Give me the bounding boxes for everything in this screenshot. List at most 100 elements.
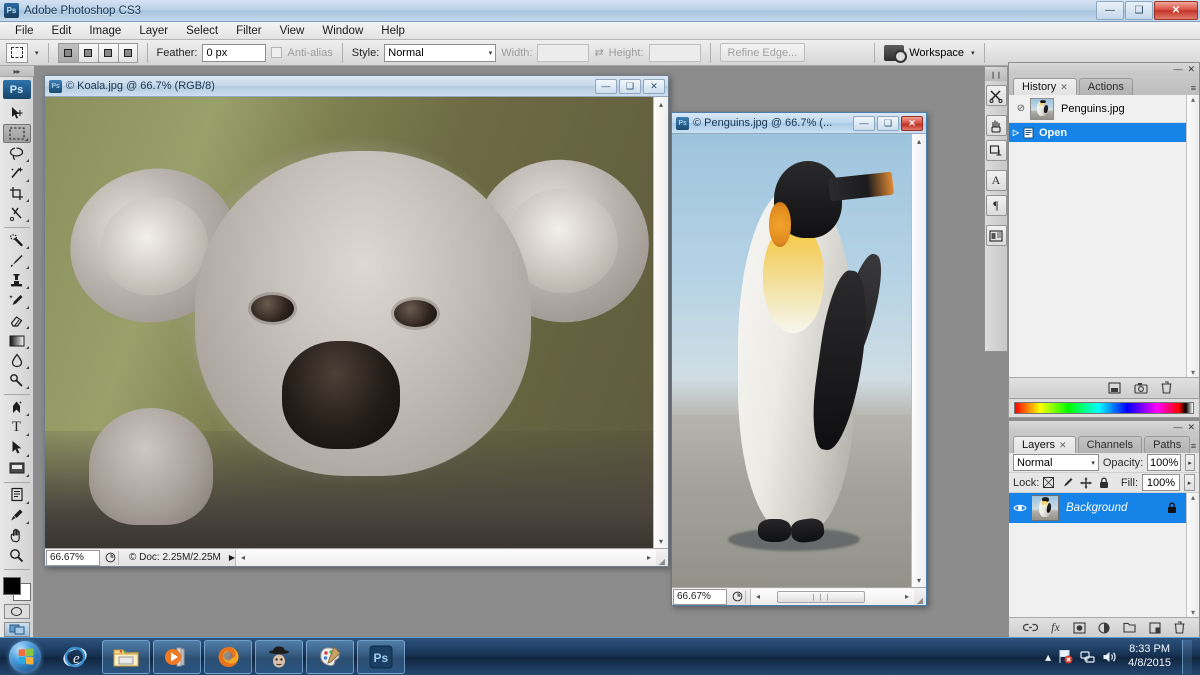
tab-channels[interactable]: Channels [1077,436,1143,453]
document-window-penguins[interactable]: Ps © Penguins.jpg @ 66.7% (... — ❑ ✕ ▴ ▾… [671,112,927,606]
network-icon[interactable] [1080,650,1095,664]
history-scrollbar[interactable]: ▴ ▾ [1186,95,1199,377]
move-tool[interactable] [3,103,31,122]
screen-mode-toggle[interactable] [3,621,30,637]
koala-vertical-scrollbar[interactable]: ▴ ▾ [653,97,668,548]
color-swatches[interactable] [2,576,31,601]
paint-icon[interactable] [306,639,354,674]
history-close-button[interactable]: ✕ [1187,64,1195,75]
layer-visibility-icon[interactable] [1009,503,1031,513]
menu-filter[interactable]: Filter [227,24,271,38]
lock-transparent-pixels-icon[interactable] [1043,477,1055,488]
scroll-up-icon[interactable]: ▴ [917,134,921,148]
hand-tool[interactable] [3,526,31,545]
history-brush-source-cell[interactable]: ⊘ [1012,103,1030,114]
subtract-from-selection-button[interactable] [97,42,118,63]
penguins-horizontal-scrollbar[interactable]: ◂ ❘❘❘ ▸ [750,588,914,605]
layers-panel-menu-icon[interactable]: ≡ [1191,441,1196,451]
penguins-canvas[interactable]: ▴ ▾ [672,134,926,587]
close-icon[interactable]: ✕ [1059,440,1067,451]
tab-history[interactable]: History ✕ [1013,78,1077,95]
menu-file[interactable]: File [6,24,43,38]
menu-image[interactable]: Image [80,24,130,38]
koala-horizontal-scrollbar[interactable]: ◂ ▸ [235,549,656,566]
width-input[interactable] [537,43,590,62]
window-close-button[interactable]: ✕ [1154,0,1198,20]
scroll-down-icon[interactable]: ▾ [1191,368,1195,377]
pen-tool[interactable] [3,398,31,417]
opacity-stepper[interactable]: ▸ [1185,454,1195,471]
new-document-from-state-icon[interactable] [1108,381,1121,394]
scroll-up-icon[interactable]: ▴ [1191,493,1195,502]
new-group-icon[interactable] [1123,622,1136,633]
penguins-restore-button[interactable]: ❑ [877,115,899,131]
koala-restore-button[interactable]: ❑ [619,78,641,94]
new-selection-button[interactable] [57,42,78,63]
foreground-color-swatch[interactable] [2,576,21,595]
slice-tool[interactable] [3,204,31,223]
toolbox-grip[interactable]: ▸▸ [0,66,34,78]
menu-window[interactable]: Window [313,24,372,38]
layer-row-background[interactable]: Background [1009,493,1199,523]
character-panel-icon[interactable]: A [985,170,1007,191]
koala-close-button[interactable]: ✕ [643,78,665,94]
koala-hscroll-track[interactable] [250,551,642,565]
dodge-tool[interactable] [3,371,31,390]
create-new-snapshot-icon[interactable] [1134,382,1148,394]
document-window-koala[interactable]: Ps © Koala.jpg @ 66.7% (RGB/8) — ❑ ✕ ▴ ▾… [44,75,669,567]
penguins-hscroll-thumb[interactable]: ❘❘❘ [777,590,865,603]
scroll-right-icon[interactable]: ▸ [900,592,914,601]
koala-canvas[interactable]: ▴ ▾ [45,97,668,548]
zoom-tool[interactable] [3,546,31,565]
penguins-minimize-button[interactable]: — [853,115,875,131]
eyedropper-tool[interactable] [3,506,31,525]
layer-style-icon[interactable]: fx [1051,620,1060,635]
menu-layer[interactable]: Layer [130,24,177,38]
menu-help[interactable]: Help [372,24,414,38]
layer-mask-icon[interactable] [1072,621,1086,634]
rectangular-marquee-tool[interactable] [2,123,31,143]
window-minimize-button[interactable]: — [1096,0,1124,20]
koala-title-bar[interactable]: Ps © Koala.jpg @ 66.7% (RGB/8) — ❑ ✕ [45,76,668,97]
history-brush-tool[interactable] [3,291,31,310]
intersect-selection-button[interactable] [117,42,138,63]
scroll-left-icon[interactable]: ◂ [236,553,250,562]
swap-dimensions-icon[interactable]: ⇄ [594,46,603,59]
tab-paths[interactable]: Paths [1144,436,1191,453]
scroll-down-icon[interactable]: ▾ [1191,608,1195,617]
tool-presets-icon[interactable] [985,85,1007,106]
color-panel-ramp[interactable] [1008,398,1200,418]
fill-stepper[interactable]: ▸ [1184,474,1195,491]
menu-view[interactable]: View [271,24,314,38]
rectangular-marquee-icon[interactable] [6,42,28,63]
history-snapshot-row[interactable]: ⊘ Penguins.jpg [1009,95,1199,123]
layers-close-button[interactable]: ✕ [1187,422,1195,433]
delete-state-icon[interactable] [1161,381,1172,394]
close-icon[interactable]: ✕ [1060,82,1068,93]
scroll-up-icon[interactable]: ▴ [659,97,663,111]
clone-stamp-tool[interactable] [3,271,31,290]
show-desktop-button[interactable] [1182,639,1192,674]
firefox-icon[interactable] [204,639,252,674]
history-panel-menu-icon[interactable]: ≡ [1191,83,1196,93]
penguins-vertical-scrollbar[interactable]: ▴ ▾ [911,134,926,587]
healing-brush-tool[interactable] [3,231,31,250]
windows-media-player-icon[interactable] [153,639,201,674]
magic-wand-tool[interactable] [3,164,31,183]
add-to-selection-button[interactable] [77,42,98,63]
scroll-left-icon[interactable]: ◂ [751,592,765,601]
eraser-tool[interactable] [3,311,31,330]
adjustment-layer-icon[interactable] [1098,621,1110,634]
menu-edit[interactable]: Edit [43,24,81,38]
tab-layers[interactable]: Layers ✕ [1013,436,1076,453]
opacity-value[interactable]: 100% [1147,454,1182,471]
layer-comps-icon[interactable] [985,225,1007,246]
brush-tool[interactable] [3,251,31,270]
link-layers-icon[interactable] [1023,623,1039,632]
tab-actions[interactable]: Actions [1078,78,1133,95]
brushes-icon[interactable] [985,115,1007,136]
menu-select[interactable]: Select [177,24,227,38]
tool-preset-dropdown-arrow[interactable]: ▾ [35,49,39,57]
feather-input[interactable]: 0 px [202,43,267,62]
clone-source-icon[interactable] [985,140,1007,161]
